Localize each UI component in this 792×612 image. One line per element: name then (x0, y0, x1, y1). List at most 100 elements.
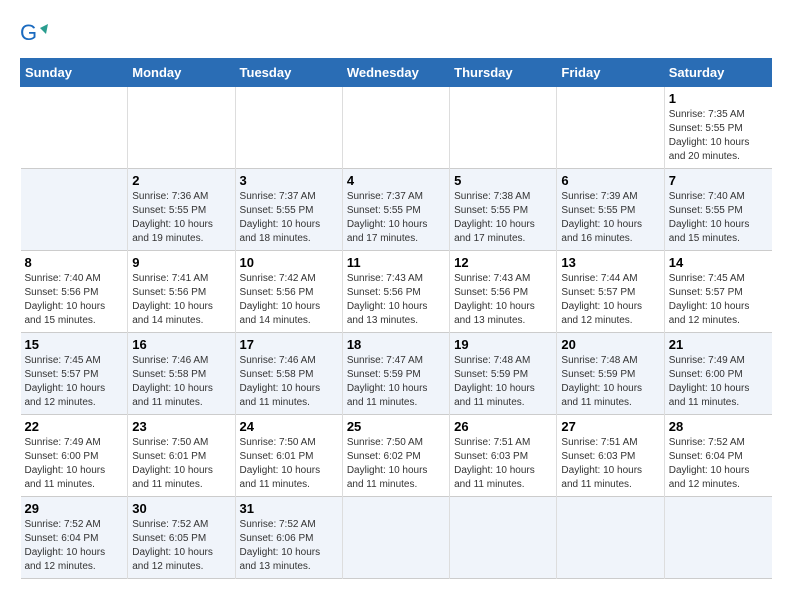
day-number: 1 (669, 91, 768, 106)
day-number: 7 (669, 173, 768, 188)
day-info: Sunrise: 7:43 AMSunset: 5:56 PMDaylight:… (347, 272, 445, 328)
day-number: 22 (25, 419, 124, 434)
day-of-week-header: Monday (128, 59, 235, 87)
calendar-cell: 7 Sunrise: 7:40 AMSunset: 5:55 PMDaylight… (664, 169, 771, 251)
calendar-cell: 17 Sunrise: 7:46 AMSunset: 5:58 PMDayligh… (235, 333, 342, 415)
day-info: Sunrise: 7:46 AMSunset: 5:58 PMDaylight:… (240, 354, 338, 410)
calendar-cell: 22 Sunrise: 7:49 AMSunset: 6:00 PMDayligh… (21, 415, 128, 497)
calendar-cell (342, 87, 449, 169)
day-number: 23 (132, 419, 230, 434)
calendar-week-row: 29 Sunrise: 7:52 AMSunset: 6:04 PMDayligh… (21, 497, 772, 579)
day-info: Sunrise: 7:39 AMSunset: 5:55 PMDaylight:… (561, 190, 659, 246)
day-number: 28 (669, 419, 768, 434)
day-info: Sunrise: 7:35 AMSunset: 5:55 PMDaylight:… (669, 108, 768, 164)
calendar-cell: 13Sunrise: 7:44 AMSunset: 5:57 PMDayligh… (557, 251, 664, 333)
logo: G (20, 20, 52, 48)
calendar-cell: 26Sunrise: 7:51 AMSunset: 6:03 PMDayligh… (450, 415, 557, 497)
calendar-cell (450, 87, 557, 169)
calendar-week-row: 22 Sunrise: 7:49 AMSunset: 6:00 PMDayligh… (21, 415, 772, 497)
day-number: 10 (240, 255, 338, 270)
calendar-week-row: 8 Sunrise: 7:40 AMSunset: 5:56 PMDaylight… (21, 251, 772, 333)
day-number: 29 (25, 501, 124, 516)
calendar-cell: 29 Sunrise: 7:52 AMSunset: 6:04 PMDayligh… (21, 497, 128, 579)
calendar-cell: 21 Sunrise: 7:49 AMSunset: 6:00 PMDayligh… (664, 333, 771, 415)
calendar-cell (128, 87, 235, 169)
day-number: 25 (347, 419, 445, 434)
day-info: Sunrise: 7:42 AMSunset: 5:56 PMDaylight:… (240, 272, 338, 328)
day-info: Sunrise: 7:36 AMSunset: 5:55 PMDaylight:… (132, 190, 230, 246)
calendar-cell: 14 Sunrise: 7:45 AMSunset: 5:57 PMDayligh… (664, 251, 771, 333)
calendar-cell: 4 Sunrise: 7:37 AMSunset: 5:55 PMDaylight… (342, 169, 449, 251)
calendar-cell: 16 Sunrise: 7:46 AMSunset: 5:58 PMDayligh… (128, 333, 235, 415)
day-number: 6 (561, 173, 659, 188)
day-info: Sunrise: 7:37 AMSunset: 5:55 PMDaylight:… (347, 190, 445, 246)
calendar-week-row: 2Sunrise: 7:36 AMSunset: 5:55 PMDaylight… (21, 169, 772, 251)
day-info: Sunrise: 7:52 AMSunset: 6:04 PMDaylight:… (669, 436, 768, 492)
calendar-week-row: 15Sunrise: 7:45 AMSunset: 5:57 PMDayligh… (21, 333, 772, 415)
day-info: Sunrise: 7:40 AMSunset: 5:56 PMDaylight:… (25, 272, 124, 328)
day-number: 21 (669, 337, 768, 352)
calendar-cell: 2Sunrise: 7:36 AMSunset: 5:55 PMDaylight… (128, 169, 235, 251)
day-info: Sunrise: 7:50 AMSunset: 6:01 PMDaylight:… (132, 436, 230, 492)
calendar-cell: 8 Sunrise: 7:40 AMSunset: 5:56 PMDaylight… (21, 251, 128, 333)
calendar-cell (21, 87, 128, 169)
day-number: 24 (240, 419, 338, 434)
day-info: Sunrise: 7:45 AMSunset: 5:57 PMDaylight:… (669, 272, 768, 328)
day-of-week-header: Wednesday (342, 59, 449, 87)
calendar-cell: 11 Sunrise: 7:43 AMSunset: 5:56 PMDayligh… (342, 251, 449, 333)
calendar-cell: 12 Sunrise: 7:43 AMSunset: 5:56 PMDayligh… (450, 251, 557, 333)
day-number: 3 (240, 173, 338, 188)
day-info: Sunrise: 7:52 AMSunset: 6:05 PMDaylight:… (132, 518, 230, 574)
svg-text:G: G (20, 20, 37, 45)
page-header: G (20, 20, 772, 48)
logo-icon: G (20, 20, 48, 48)
day-number: 5 (454, 173, 552, 188)
day-info: Sunrise: 7:52 AMSunset: 6:06 PMDaylight:… (240, 518, 338, 574)
day-number: 26 (454, 419, 552, 434)
calendar-cell (557, 497, 664, 579)
calendar-cell (235, 87, 342, 169)
day-number: 14 (669, 255, 768, 270)
calendar-cell: 31Sunrise: 7:52 AMSunset: 6:06 PMDayligh… (235, 497, 342, 579)
calendar-cell (664, 497, 771, 579)
day-info: Sunrise: 7:51 AMSunset: 6:03 PMDaylight:… (561, 436, 659, 492)
calendar-cell: 24 Sunrise: 7:50 AMSunset: 6:01 PMDayligh… (235, 415, 342, 497)
day-info: Sunrise: 7:47 AMSunset: 5:59 PMDaylight:… (347, 354, 445, 410)
day-number: 16 (132, 337, 230, 352)
calendar-cell (342, 497, 449, 579)
day-number: 17 (240, 337, 338, 352)
calendar-cell: 19Sunrise: 7:48 AMSunset: 5:59 PMDayligh… (450, 333, 557, 415)
calendar-cell (450, 497, 557, 579)
calendar-cell: 30 Sunrise: 7:52 AMSunset: 6:05 PMDayligh… (128, 497, 235, 579)
calendar-cell: 3 Sunrise: 7:37 AMSunset: 5:55 PMDaylight… (235, 169, 342, 251)
calendar-cell: 10 Sunrise: 7:42 AMSunset: 5:56 PMDayligh… (235, 251, 342, 333)
day-number: 13 (561, 255, 659, 270)
calendar-cell: 23 Sunrise: 7:50 AMSunset: 6:01 PMDayligh… (128, 415, 235, 497)
day-info: Sunrise: 7:46 AMSunset: 5:58 PMDaylight:… (132, 354, 230, 410)
day-info: Sunrise: 7:37 AMSunset: 5:55 PMDaylight:… (240, 190, 338, 246)
day-number: 30 (132, 501, 230, 516)
day-of-week-header: Friday (557, 59, 664, 87)
day-number: 9 (132, 255, 230, 270)
day-of-week-header: Saturday (664, 59, 771, 87)
day-info: Sunrise: 7:43 AMSunset: 5:56 PMDaylight:… (454, 272, 552, 328)
day-number: 11 (347, 255, 445, 270)
calendar-cell: 9 Sunrise: 7:41 AMSunset: 5:56 PMDaylight… (128, 251, 235, 333)
day-info: Sunrise: 7:49 AMSunset: 6:00 PMDaylight:… (25, 436, 124, 492)
calendar-cell: 15Sunrise: 7:45 AMSunset: 5:57 PMDayligh… (21, 333, 128, 415)
day-number: 4 (347, 173, 445, 188)
day-info: Sunrise: 7:48 AMSunset: 5:59 PMDaylight:… (454, 354, 552, 410)
day-info: Sunrise: 7:40 AMSunset: 5:55 PMDaylight:… (669, 190, 768, 246)
calendar-cell (21, 169, 128, 251)
day-info: Sunrise: 7:50 AMSunset: 6:02 PMDaylight:… (347, 436, 445, 492)
calendar-cell: 18Sunrise: 7:47 AMSunset: 5:59 PMDayligh… (342, 333, 449, 415)
day-info: Sunrise: 7:49 AMSunset: 6:00 PMDaylight:… (669, 354, 768, 410)
day-number: 12 (454, 255, 552, 270)
calendar-cell (557, 87, 664, 169)
day-info: Sunrise: 7:50 AMSunset: 6:01 PMDaylight:… (240, 436, 338, 492)
day-info: Sunrise: 7:41 AMSunset: 5:56 PMDaylight:… (132, 272, 230, 328)
day-info: Sunrise: 7:52 AMSunset: 6:04 PMDaylight:… (25, 518, 124, 574)
day-of-week-header: Tuesday (235, 59, 342, 87)
day-number: 8 (25, 255, 124, 270)
day-number: 15 (25, 337, 124, 352)
